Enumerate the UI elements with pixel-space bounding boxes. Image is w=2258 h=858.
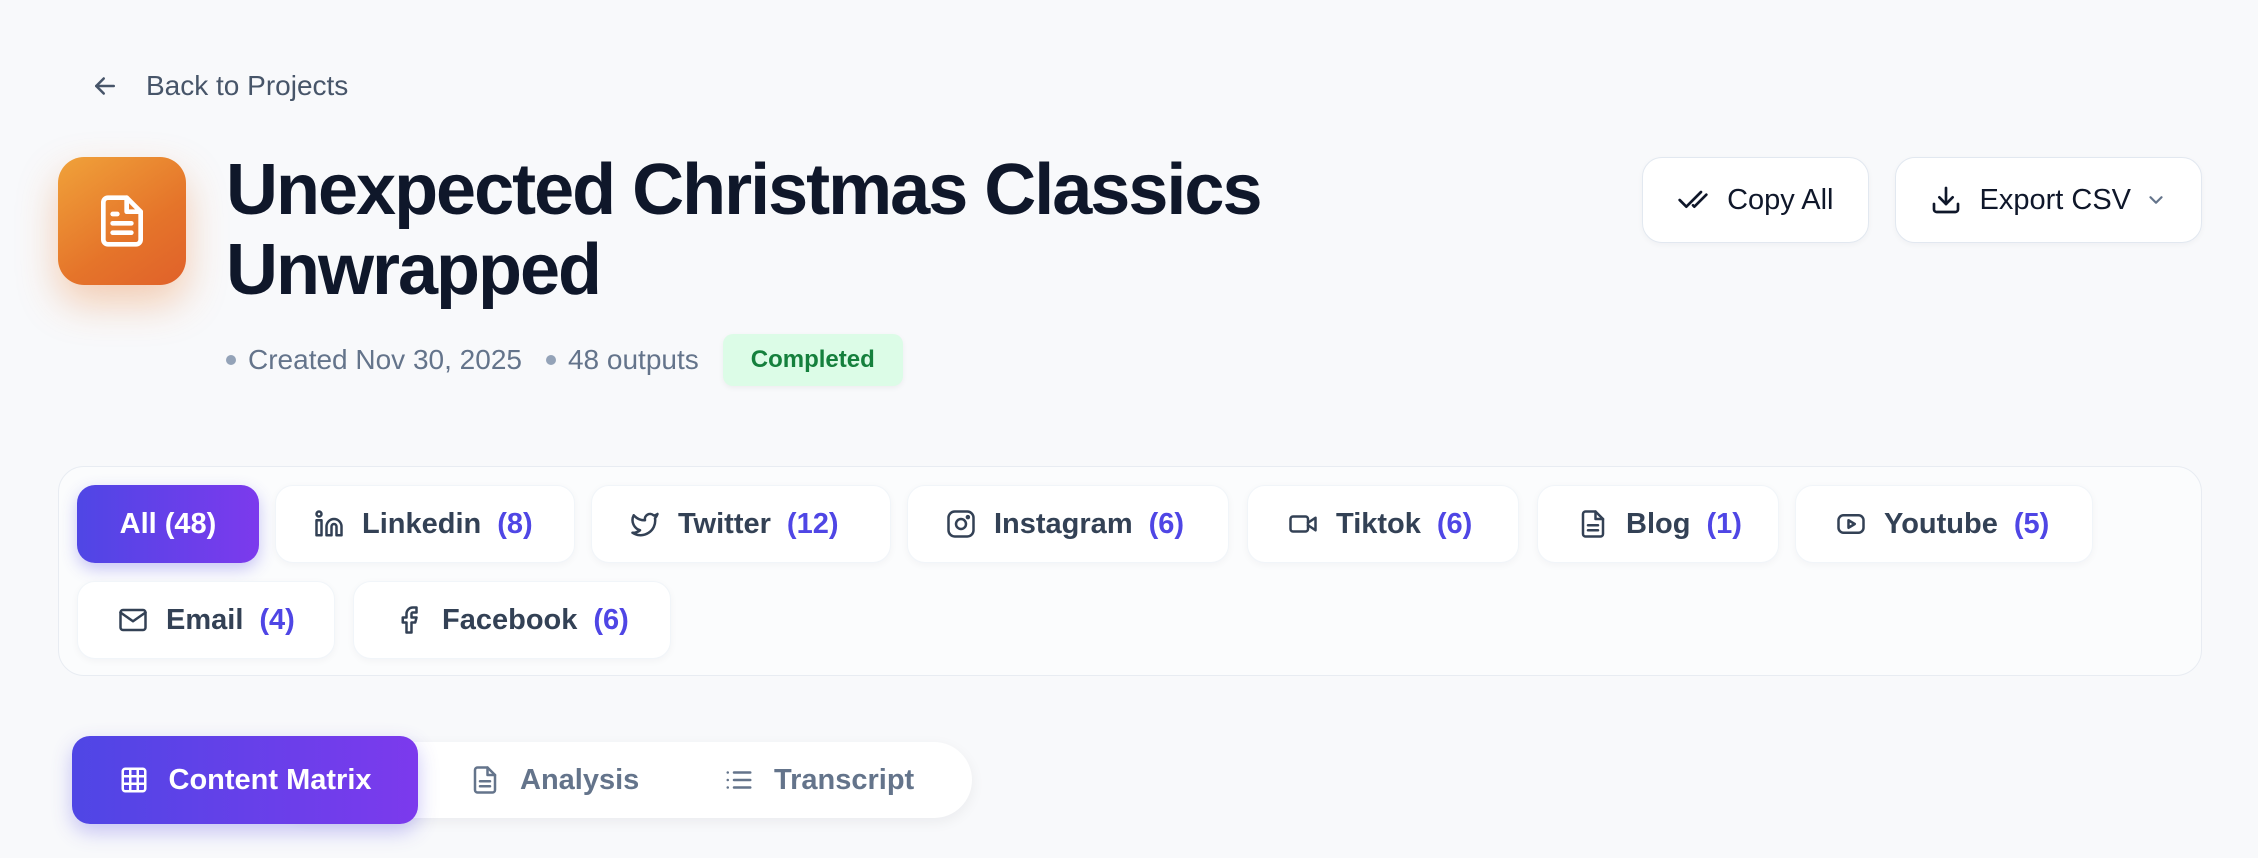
header-actions: Copy All Export CSV [1642, 157, 2202, 243]
filter-chip-email[interactable]: Email (4) [77, 581, 335, 659]
filter-chip-linkedin[interactable]: Linkedin (8) [275, 485, 575, 563]
copy-all-label: Copy All [1727, 183, 1834, 216]
bullet-dot [226, 355, 236, 365]
list-icon [726, 771, 752, 789]
back-label: Back to Projects [146, 70, 349, 101]
filter-chip-twitter[interactable]: Twitter (12) [591, 485, 891, 563]
tab-transcript[interactable]: Transcript [724, 736, 914, 824]
copy-all-button[interactable]: Copy All [1642, 157, 1869, 243]
filter-chip-youtube[interactable]: Youtube (5) [1795, 485, 2093, 563]
document-icon [1581, 510, 1605, 538]
filter-label: Linkedin [362, 507, 482, 540]
tab-label: Transcript [774, 763, 915, 796]
youtube-icon [1837, 514, 1865, 534]
filter-label: Instagram [994, 507, 1133, 540]
filter-count: (6) [593, 603, 629, 636]
bullet-dot [545, 355, 556, 365]
tab-label: Content Matrix [168, 763, 372, 796]
output-count: 48 outputs [545, 344, 699, 376]
arrow-left-icon [95, 77, 115, 95]
filter-count: (12) [786, 507, 839, 540]
page-title: Unexpected Christmas Classics Unwrapped [226, 150, 1326, 310]
grid-icon [121, 767, 146, 793]
filter-chip-instagram[interactable]: Instagram (6) [907, 485, 1229, 563]
twitter-icon [631, 512, 659, 537]
tab-label: Analysis [520, 763, 640, 796]
export-csv-button[interactable]: Export CSV [1894, 157, 2202, 243]
chevron-down-icon [2149, 196, 2163, 204]
video-icon [1289, 515, 1317, 533]
facebook-icon [401, 606, 418, 634]
view-tabs: Content Matrix Analysis Transcript [72, 736, 972, 824]
filter-chip-facebook[interactable]: Facebook (6) [353, 581, 671, 659]
created-date: Created Nov 30, 2025 [226, 344, 522, 376]
filter-chip-tiktok[interactable]: Tiktok (6) [1247, 485, 1519, 563]
output-count-text: 48 outputs [567, 344, 699, 375]
filter-chip-all[interactable]: All (48) [77, 485, 259, 563]
project-meta: Created Nov 30, 2025 48 outputs Complete… [226, 334, 903, 386]
linkedin-icon [315, 510, 343, 537]
tab-analysis[interactable]: Analysis [470, 736, 639, 824]
tab-content-matrix[interactable]: Content Matrix [72, 736, 418, 824]
export-csv-label: Export CSV [1979, 183, 2132, 216]
filter-count: (8) [497, 507, 533, 540]
mail-icon [119, 608, 147, 632]
filter-label: Tiktok [1336, 507, 1421, 540]
filter-label: Blog [1626, 507, 1691, 540]
instagram-icon [947, 510, 975, 538]
page-title-line2: Unwrapped [226, 230, 602, 310]
filter-label: Twitter [678, 507, 771, 540]
document-icon [473, 766, 497, 794]
filter-label: Email [166, 603, 244, 636]
filter-count: (6) [1148, 507, 1185, 540]
page-title-line1: Unexpected Christmas Classics [226, 150, 1262, 230]
filter-label: All (48) [119, 507, 217, 540]
project-document-icon [58, 157, 186, 285]
filter-label: Youtube [1884, 507, 1998, 540]
filter-label: Facebook [442, 603, 578, 636]
created-date-text: Created Nov 30, 2025 [248, 344, 522, 375]
filter-count: (1) [1706, 507, 1742, 540]
double-check-icon [1678, 190, 1708, 208]
back-to-projects-link[interactable]: Back to Projects [90, 70, 348, 102]
filter-count: (5) [2013, 507, 2050, 540]
filter-count: (6) [1436, 507, 1473, 540]
platform-filter-panel: All (48) Linkedin (8) Twitter (12) Insta… [58, 466, 2202, 676]
download-icon [1932, 186, 1959, 214]
status-badge: Completed [722, 334, 903, 386]
filter-chip-blog[interactable]: Blog (1) [1537, 485, 1779, 563]
filter-count: (4) [259, 603, 295, 636]
